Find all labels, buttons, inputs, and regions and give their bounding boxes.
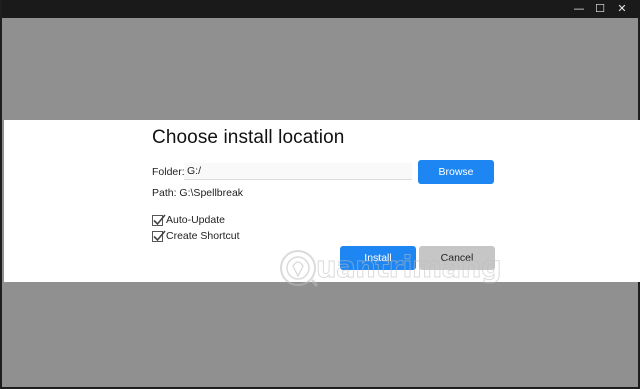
create-shortcut-checkbox[interactable]: Create Shortcut <box>152 229 240 242</box>
installer-window: — ☐ ✕ Choose install location Folder: Br… <box>0 0 640 389</box>
folder-input[interactable] <box>184 163 412 180</box>
close-icon[interactable]: ✕ <box>612 0 632 18</box>
cancel-button[interactable]: Cancel <box>419 246 495 270</box>
dialog-title: Choose install location <box>152 127 345 148</box>
create-shortcut-label: Create Shortcut <box>166 230 240 242</box>
browse-button[interactable]: Browse <box>418 160 494 184</box>
checkbox-checked-icon[interactable] <box>152 213 166 226</box>
install-button[interactable]: Install <box>340 246 416 270</box>
install-path-text: Path: G:\Spellbreak <box>152 187 244 199</box>
minimize-icon[interactable]: — <box>569 0 589 18</box>
install-location-panel: Choose install location Folder: Browse P… <box>4 120 640 282</box>
checkbox-checked-icon[interactable] <box>152 229 166 242</box>
title-bar: — ☐ ✕ <box>2 0 640 18</box>
maximize-icon[interactable]: ☐ <box>590 0 610 18</box>
auto-update-label: Auto-Update <box>166 214 225 226</box>
folder-label: Folder: <box>152 166 185 178</box>
auto-update-checkbox[interactable]: Auto-Update <box>152 213 225 226</box>
